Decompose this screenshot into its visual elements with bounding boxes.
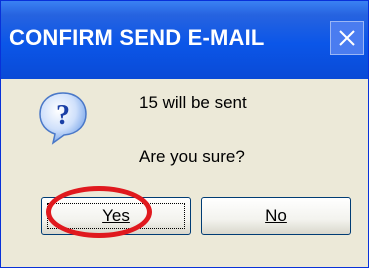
message-count: 15 will be sent [139,93,247,112]
close-icon [339,30,355,46]
dialog-title: CONFIRM SEND E-MAIL [9,25,265,50]
title-bar: CONFIRM SEND E-MAIL [1,1,368,79]
close-button[interactable] [330,21,364,55]
red-highlight-circle [46,186,152,238]
confirm-dialog: CONFIRM SEND E-MAIL ? 15 will be sent Ar… [0,0,369,268]
dialog-body: ? 15 will be sent Are you sure? Yes No [5,79,364,263]
svg-text:?: ? [56,100,70,131]
message-question: Are you sure? [139,147,245,166]
question-icon: ? [39,92,87,145]
no-button-label: No [265,206,287,225]
no-button[interactable]: No [201,197,351,235]
